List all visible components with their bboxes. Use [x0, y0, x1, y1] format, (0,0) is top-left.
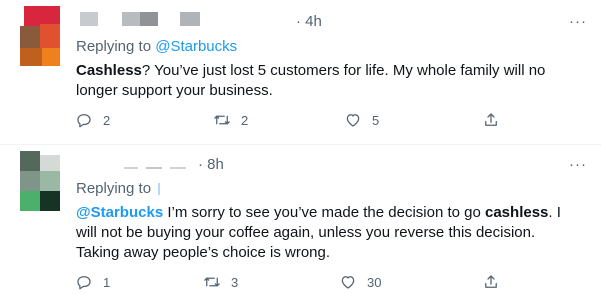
retweet-count: 2 — [241, 112, 249, 128]
avatar[interactable] — [20, 151, 60, 211]
like-icon — [346, 114, 360, 127]
tweet-text-part1: I’m sorry to see you’ve made the decisio… — [163, 204, 485, 221]
share-icon — [485, 275, 497, 288]
replying-to-label: Replying to — [76, 38, 152, 55]
avatar[interactable] — [20, 6, 60, 66]
like-icon — [341, 276, 355, 289]
share-button[interactable] — [482, 272, 500, 292]
retweet-button[interactable]: 2 — [213, 110, 248, 130]
tweet-2[interactable]: · 8h ··· Replying to @Starbucks I’m sorr… — [0, 145, 601, 294]
retweet-icon — [204, 277, 220, 287]
reply-icon — [77, 114, 91, 128]
timestamp[interactable]: · 4h — [296, 13, 322, 30]
share-icon — [485, 113, 497, 126]
tweet-1[interactable]: · 4h ··· Replying to @Starbucks Cashless… — [0, 0, 601, 144]
tweet-text: @Starbucks I’m sorry to see you’ve made … — [76, 203, 581, 263]
reply-count: 1 — [103, 274, 111, 290]
tweet-text-bold: cashless — [485, 204, 549, 221]
retweet-count: 3 — [231, 274, 239, 290]
reply-icon — [77, 276, 91, 290]
tweet-mention[interactable]: @Starbucks — [76, 204, 163, 221]
replying-to: Replying to — [76, 180, 161, 197]
more-icon[interactable]: ··· — [569, 156, 587, 173]
replying-to-handle[interactable]: @Starbucks — [155, 38, 237, 55]
share-button[interactable] — [482, 110, 500, 130]
like-count: 5 — [372, 112, 380, 128]
tweet-text-rest: ? You’ve just lost 5 customers for life.… — [76, 62, 546, 99]
reply-button[interactable]: 2 — [75, 110, 110, 130]
more-icon[interactable]: ··· — [569, 13, 587, 30]
reply-button[interactable]: 1 — [75, 272, 110, 292]
replying-to-label: Replying to — [76, 180, 152, 197]
retweet-button[interactable]: 3 — [203, 272, 238, 292]
timestamp[interactable]: · 8h — [198, 156, 224, 173]
tweet-text-bold: Cashless — [76, 62, 142, 79]
replying-to: Replying to @Starbucks — [76, 38, 237, 55]
replying-to-handle-redacted[interactable] — [158, 183, 161, 196]
like-button[interactable]: 30 — [339, 272, 381, 292]
like-button[interactable]: 5 — [344, 110, 379, 130]
tweet-text: Cashless? You’ve just lost 5 customers f… — [76, 61, 581, 101]
like-count: 30 — [367, 274, 382, 290]
retweet-icon — [214, 115, 230, 125]
reply-count: 2 — [103, 112, 111, 128]
